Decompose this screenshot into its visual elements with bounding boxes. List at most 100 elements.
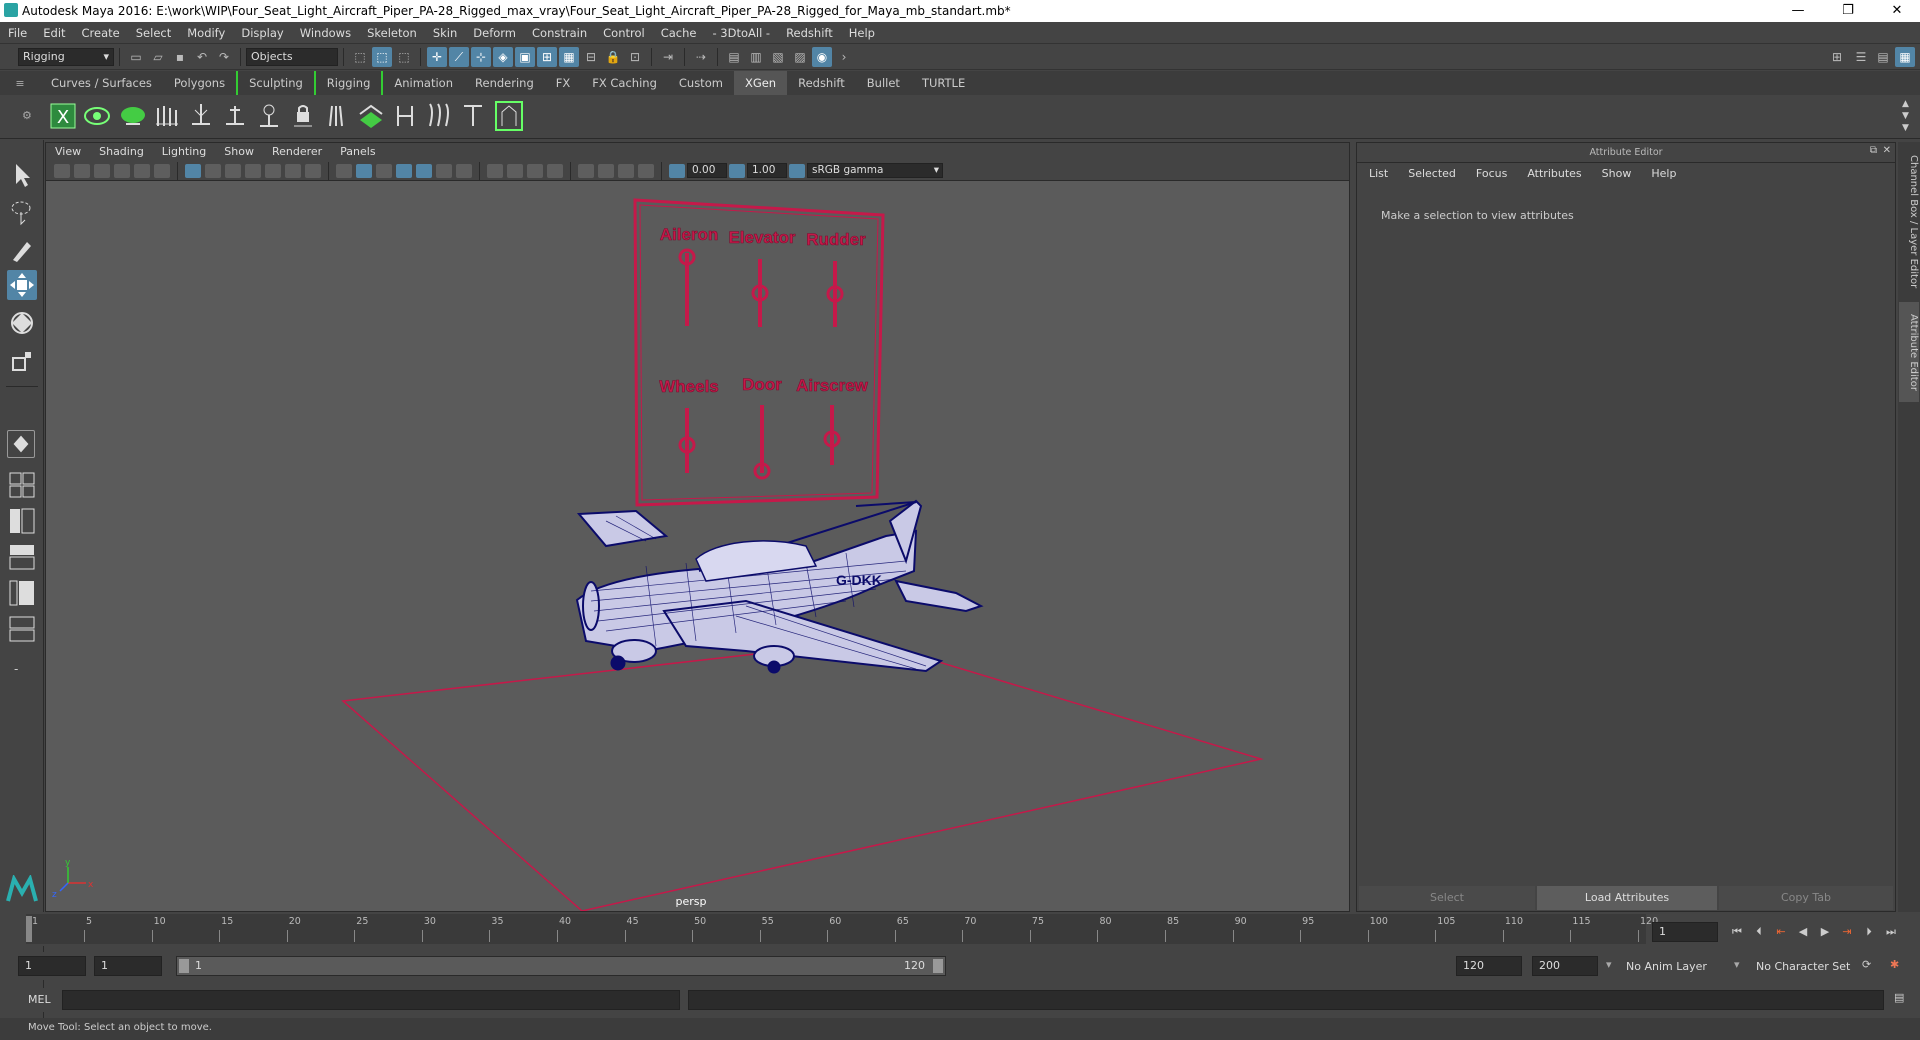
go-to-start-icon[interactable]: ⏮	[1726, 922, 1748, 942]
auto-key-icon[interactable]: ⟳	[1862, 958, 1871, 971]
xgen-groom-icon[interactable]	[356, 100, 386, 132]
2d-pan-zoom-icon[interactable]	[134, 163, 150, 178]
vp-menu-show[interactable]: Show	[215, 143, 263, 161]
scene-canvas[interactable]: Aileron Elevator Rudder Wheels Door Airs…	[46, 181, 1349, 911]
script-editor-icon[interactable]: ▤	[1894, 991, 1904, 1004]
tab-bullet[interactable]: Bullet	[856, 71, 911, 95]
ae-select-button[interactable]: Select	[1359, 886, 1535, 910]
xgen-guide-icon[interactable]	[152, 100, 182, 132]
wireframe-on-shaded-icon[interactable]	[396, 163, 412, 178]
menu-set-dropdown[interactable]: Rigging ▾	[18, 47, 114, 66]
symmetry-icon[interactable]: ⊟	[581, 47, 601, 67]
select-lock-icon[interactable]: ⊡	[625, 47, 645, 67]
render-view-icon[interactable]: ▤	[724, 47, 744, 67]
close-button[interactable]: ✕	[1874, 0, 1920, 22]
field-chart-icon[interactable]	[265, 163, 281, 178]
paint-select-tool-icon[interactable]	[7, 236, 37, 266]
animation-prefs-icon[interactable]: ✱	[1890, 958, 1899, 971]
menu-edit[interactable]: Edit	[35, 22, 73, 44]
xray-active-icon[interactable]	[638, 163, 654, 178]
persp-outliner-layout-icon[interactable]	[7, 506, 37, 536]
tab-rendering[interactable]: Rendering	[464, 71, 545, 95]
exposure-field[interactable]: 0.00	[687, 163, 727, 178]
xgen-normalize-guide-icon[interactable]	[322, 100, 352, 132]
film-gate-icon[interactable]	[205, 163, 221, 178]
more-layouts-button[interactable]: -	[14, 662, 18, 676]
snap-view-plane-icon[interactable]: ▣	[515, 46, 535, 67]
color-management-icon[interactable]	[789, 163, 805, 178]
tab-custom[interactable]: Custom	[668, 71, 734, 95]
xgen-interactive-groom-icon[interactable]	[494, 100, 524, 132]
menu-display[interactable]: Display	[233, 22, 291, 44]
step-forward-key-icon[interactable]: ⇥	[1836, 922, 1858, 942]
snap-curve-icon[interactable]: ⟋	[449, 46, 469, 67]
xray-icon[interactable]	[598, 163, 614, 178]
xgen-lock-guide-icon[interactable]	[288, 100, 318, 132]
camera-attributes-icon[interactable]	[74, 163, 90, 178]
more-tools-icon[interactable]: ›	[834, 47, 854, 67]
grease-pencil-icon[interactable]	[154, 163, 170, 178]
select-component-icon[interactable]: ⬚	[394, 47, 414, 67]
motion-blur-icon[interactable]	[507, 163, 523, 178]
select-object-icon[interactable]: ⬚	[372, 46, 392, 67]
tab-fx[interactable]: FX	[545, 71, 582, 95]
tab-fx-caching[interactable]: FX Caching	[581, 71, 668, 95]
input-ops-icon[interactable]: ⇥	[658, 47, 678, 67]
playback-start-field[interactable]: 1	[94, 956, 162, 976]
snap-surface-icon[interactable]: ▦	[559, 46, 579, 67]
aircraft-mesh[interactable]	[575, 499, 984, 674]
close-panel-icon[interactable]: ✕	[1883, 145, 1891, 156]
ae-menu-list[interactable]: List	[1359, 163, 1398, 185]
menu-3dtoall[interactable]: - 3DtoAll -	[704, 22, 778, 44]
ground-plane[interactable]	[341, 640, 1264, 911]
menu-redshift[interactable]: Redshift	[778, 22, 841, 44]
ae-load-attributes-button[interactable]: Load Attributes	[1537, 886, 1717, 910]
tab-animation[interactable]: Animation	[383, 71, 464, 95]
menu-skeleton[interactable]: Skeleton	[359, 22, 425, 44]
xgen-editor-icon[interactable]: X	[48, 100, 78, 132]
xgen-description-icon[interactable]	[118, 100, 148, 132]
snap-point-icon[interactable]: ⊹	[471, 46, 491, 67]
new-scene-icon[interactable]: ▭	[126, 47, 146, 67]
shelf-settings-icon[interactable]: ⚙	[22, 109, 32, 122]
grid-icon[interactable]	[185, 163, 201, 178]
tool-settings-toggle-icon[interactable]: ▦	[1895, 47, 1915, 67]
xgen-bake-guide-icon[interactable]	[390, 100, 420, 132]
ipr-render-icon[interactable]: ▧	[768, 47, 788, 67]
menu-cache[interactable]: Cache	[653, 22, 705, 44]
ae-menu-attributes[interactable]: Attributes	[1517, 163, 1591, 185]
tab-rigging[interactable]: Rigging	[313, 71, 384, 95]
safe-title-icon[interactable]	[305, 163, 321, 178]
use-all-lights-icon[interactable]	[436, 163, 452, 178]
snap-grid-icon[interactable]: ✛	[427, 46, 447, 67]
anim-layer-label[interactable]: No Anim Layer	[1626, 960, 1707, 973]
xgen-add-guide-icon[interactable]	[186, 100, 216, 132]
outliner-persp-layout-icon[interactable]	[7, 614, 37, 644]
tab-attribute-editor[interactable]: Attribute Editor	[1899, 302, 1919, 402]
perspective-viewport[interactable]: Aileron Elevator Rudder Wheels Door Airs…	[46, 181, 1349, 911]
select-tool-icon[interactable]	[7, 160, 37, 190]
channel-box-toggle-icon[interactable]: ☰	[1851, 47, 1871, 67]
scene-end-field[interactable]: 200	[1532, 956, 1598, 976]
playback-end-field[interactable]: 120	[1456, 956, 1522, 976]
xray-joints-icon[interactable]	[618, 163, 634, 178]
vp-menu-view[interactable]: View	[46, 143, 90, 161]
ae-menu-help[interactable]: Help	[1641, 163, 1686, 185]
make-live-icon[interactable]: ⊞	[537, 46, 557, 67]
render-frame-icon[interactable]: ▥	[746, 47, 766, 67]
step-back-key-icon[interactable]: ⇤	[1770, 922, 1792, 942]
image-plane-icon[interactable]	[114, 163, 130, 178]
snap-projected-center-icon[interactable]: ◈	[493, 46, 513, 67]
view-transform-dropdown[interactable]: sRGB gamma ▾	[807, 163, 943, 178]
vp-menu-renderer[interactable]: Renderer	[263, 143, 331, 161]
menu-file[interactable]: File	[0, 22, 35, 44]
workspace-icon[interactable]: ⊞	[1827, 47, 1847, 67]
exposure-icon[interactable]	[669, 163, 685, 178]
wireframe-icon[interactable]	[336, 163, 352, 178]
xgen-guide-to-curve-icon[interactable]	[424, 100, 454, 132]
tab-xgen[interactable]: XGen	[733, 71, 788, 95]
shelf-menu-icon[interactable]: ≡	[0, 77, 40, 90]
single-perspective-layout-icon[interactable]	[7, 430, 35, 458]
command-input[interactable]	[62, 990, 680, 1010]
xgen-preview-icon[interactable]	[82, 100, 112, 132]
